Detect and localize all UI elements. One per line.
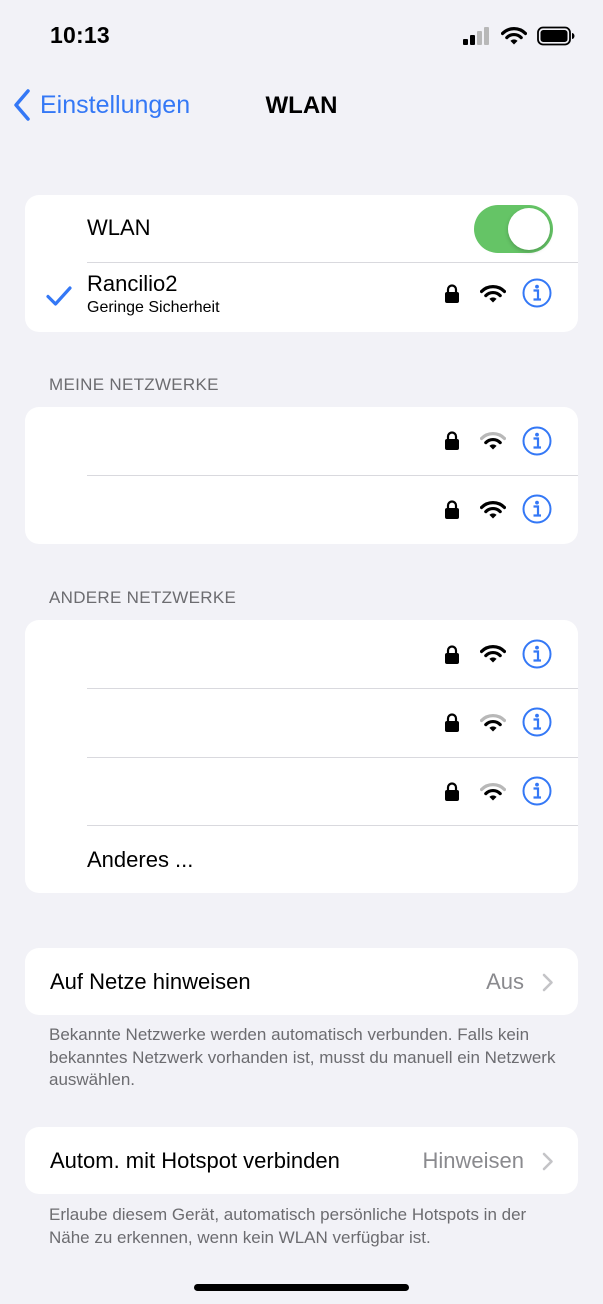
ask-to-join-row[interactable]: Auf Netze hinweisen Aus: [25, 948, 578, 1015]
chevron-right-icon: [542, 973, 553, 992]
page-title: WLAN: [265, 92, 338, 119]
auto-hotspot-value: Hinweisen: [422, 1148, 525, 1173]
lock-icon: [444, 782, 460, 802]
section-header-my-networks: MEINE NETZWERKE: [49, 375, 219, 394]
my-networks-card: [25, 407, 578, 544]
battery-icon: [537, 26, 575, 51]
other-network-row[interactable]: Anderes ...: [25, 826, 578, 893]
checkmark-icon: [46, 286, 72, 306]
wlan-toggle[interactable]: [474, 205, 553, 253]
connected-network-row[interactable]: Rancilio2 Geringe Sicherheit: [25, 263, 578, 332]
info-icon[interactable]: [522, 776, 552, 806]
wifi-icon: [500, 26, 528, 51]
toggle-knob: [508, 208, 550, 250]
lock-icon: [444, 284, 460, 304]
lock-icon: [444, 431, 460, 451]
section-header-other-networks: ANDERE NETZWERKE: [49, 588, 237, 607]
wifi-signal-icon: [480, 645, 506, 663]
lock-icon: [444, 713, 460, 733]
wifi-signal-icon: [480, 714, 506, 732]
other-network-label: Anderes ...: [87, 847, 194, 872]
info-icon[interactable]: [522, 707, 552, 737]
status-time: 10:13: [50, 22, 110, 48]
info-icon[interactable]: [522, 278, 552, 308]
lock-icon: [444, 500, 460, 520]
network-row[interactable]: [25, 758, 578, 826]
status-icons: [463, 26, 575, 51]
info-icon[interactable]: [522, 639, 552, 669]
info-icon[interactable]: [522, 494, 552, 524]
network-row[interactable]: [25, 407, 578, 475]
cellular-signal-icon: [463, 27, 491, 50]
ask-to-join-label: Auf Netze hinweisen: [50, 969, 251, 994]
connected-network-name: Rancilio2: [87, 271, 178, 296]
connected-network-subtitle: Geringe Sicherheit: [87, 299, 220, 316]
lock-icon: [444, 645, 460, 665]
wlan-toggle-row: WLAN: [25, 195, 578, 263]
wlan-toggle-label: WLAN: [87, 215, 151, 240]
auto-hotspot-label: Autom. mit Hotspot verbinden: [50, 1148, 340, 1173]
auto-hotspot-footnote: Erlaube diesem Gerät, automatisch persön…: [49, 1205, 527, 1247]
wifi-signal-icon: [480, 432, 506, 450]
info-icon[interactable]: [522, 426, 552, 456]
network-row[interactable]: [25, 689, 578, 757]
network-row[interactable]: [25, 476, 578, 544]
ask-to-join-value: Aus: [486, 969, 524, 994]
wifi-signal-icon: [480, 285, 506, 303]
wifi-signal-icon: [480, 783, 506, 801]
network-row[interactable]: [25, 620, 578, 688]
ask-to-join-footnote: Bekannte Netzwerke werden automatisch ve…: [49, 1025, 556, 1089]
home-indicator[interactable]: [194, 1284, 409, 1291]
chevron-right-icon: [542, 1152, 553, 1171]
wlan-card: WLAN Rancilio2 Geringe Sicherheit: [25, 195, 578, 332]
other-networks-card: Anderes ...: [25, 620, 578, 893]
auto-hotspot-row[interactable]: Autom. mit Hotspot verbinden Hinweisen: [25, 1127, 578, 1194]
wifi-signal-icon: [480, 501, 506, 519]
